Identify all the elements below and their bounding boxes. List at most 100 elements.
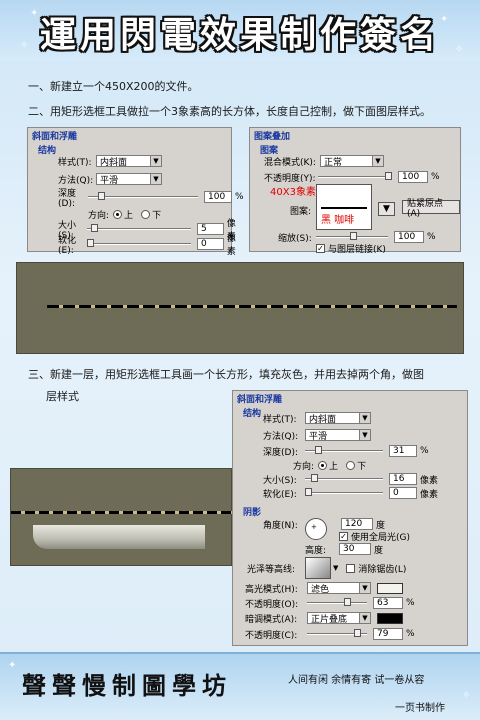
scale-unit: % [427, 232, 436, 242]
slider-thumb[interactable] [385, 172, 392, 180]
scale-label: 缩放(S): [278, 233, 312, 244]
pattern-overlay-panel: 图案叠加 图案 混合模式(K): 正常 ▼ 不透明度(Y): 100 % 40X3… [249, 127, 461, 255]
slider-thumb[interactable] [90, 224, 98, 232]
link-with-layer-label: 与图层链接(K) [328, 244, 386, 255]
style-select[interactable]: 内斜面 ▼ [96, 155, 162, 168]
slider-thumb[interactable] [350, 232, 357, 240]
size-slider[interactable] [86, 224, 192, 232]
opacity-field[interactable]: 100 [398, 171, 428, 183]
slider-thumb[interactable] [344, 598, 351, 606]
chevron-down-icon: ▼ [372, 156, 383, 166]
soften-slider[interactable] [305, 488, 383, 496]
slider-thumb[interactable] [315, 446, 322, 454]
global-light-label: 使用全局光(G) [351, 532, 410, 543]
highlight-opacity-field[interactable]: 63 [373, 597, 403, 609]
opacity-slider[interactable] [318, 172, 392, 180]
shadow-color-swatch[interactable] [377, 612, 403, 624]
shadow-opacity-field[interactable]: 79 [373, 628, 403, 640]
slider-thumb[interactable] [305, 488, 312, 496]
style-select[interactable]: 内斜面 ▼ [305, 412, 371, 425]
soften-slider[interactable] [86, 239, 192, 247]
chevron-down-icon: ▼ [150, 174, 161, 184]
dir-down-label: 下 [357, 461, 367, 472]
pattern-preview-line [321, 207, 367, 209]
direction-up-radio[interactable] [113, 209, 123, 219]
method-value: 平滑 [100, 175, 119, 186]
dir-up-label: 上 [124, 210, 134, 221]
soften-field[interactable]: 0 [389, 487, 417, 499]
shadow-opacity-slider[interactable] [307, 629, 367, 637]
soften-field[interactable]: 0 [197, 238, 224, 250]
highlight-opacity-label: 不透明度(O): [245, 599, 299, 610]
depth-label: 深度(D): [58, 188, 77, 209]
highlight-opacity-slider[interactable] [307, 598, 367, 606]
size-unit: 像素 [420, 475, 439, 486]
angle-dial[interactable]: + [305, 518, 327, 540]
direction-label: 方向: [293, 461, 315, 472]
anti-alias-label: 消除锯齿(L) [358, 564, 407, 575]
depth-slider[interactable] [305, 446, 383, 454]
highlight-mode-select[interactable]: 滤色 ▼ [307, 582, 371, 595]
star-icon: ✧ [462, 690, 471, 701]
preview-canvas-bar [10, 468, 233, 566]
method-label: 方法(Q): [58, 175, 94, 186]
opacity-label: 不透明度(Y): [264, 173, 316, 184]
method-label: 方法(Q): [263, 431, 299, 442]
depth-slider[interactable] [88, 192, 198, 200]
anti-alias-checkbox[interactable] [346, 563, 356, 573]
studio-logo-text: 聲聲慢制圖學坊 [22, 671, 232, 700]
blend-mode-select[interactable]: 正常 ▼ [320, 155, 384, 168]
altitude-field[interactable]: 30 [339, 543, 371, 555]
link-with-layer-checkbox[interactable]: ✓ [316, 243, 325, 253]
slider-thumb[interactable] [86, 239, 94, 247]
lightning-line [47, 305, 457, 308]
size-field[interactable]: 16 [389, 473, 417, 485]
shadow-opacity-unit: % [406, 629, 415, 639]
style-label: 样式(T): [58, 157, 92, 168]
altitude-unit: 度 [374, 545, 384, 556]
blend-mode-label: 混合模式(K): [264, 157, 316, 168]
depth-field[interactable]: 31 [389, 445, 417, 457]
step-one-text: 一、新建立一个450X200的文件。 [28, 80, 199, 93]
method-select[interactable]: 平滑 ▼ [96, 173, 162, 186]
highlight-opacity-unit: % [406, 598, 415, 608]
pattern-swatch[interactable]: 黑 咖啡 [316, 184, 372, 230]
direction-down-radio[interactable] [141, 209, 151, 219]
scale-field[interactable]: 100 [394, 231, 424, 243]
slider-thumb[interactable] [354, 629, 361, 637]
size-field[interactable]: 5 [197, 223, 224, 235]
chevron-down-icon: ▼ [359, 583, 370, 593]
highlight-color-swatch[interactable] [377, 582, 403, 594]
slider-thumb[interactable] [98, 192, 105, 200]
scale-slider[interactable] [316, 232, 388, 240]
bevel-emboss-shading-panel: 斜面和浮雕 结构 样式(T): 内斜面 ▼ 方法(Q): 平滑 ▼ 深度(D): 3… [232, 390, 468, 646]
pattern-picker-button[interactable]: ▼ [378, 202, 395, 216]
footer-motto: 人间有闲 余情有寄 试一卷从容 [288, 675, 425, 686]
snap-to-origin-button[interactable]: 贴紧原点(A) [402, 199, 460, 219]
soften-label: 软化(E): [58, 235, 77, 256]
style-label: 样式(T): [263, 414, 297, 425]
direction-up-radio[interactable] [318, 460, 328, 470]
direction-label: 方向: [88, 210, 110, 221]
global-light-checkbox[interactable]: ✓ [339, 531, 348, 541]
slider-thumb[interactable] [311, 474, 318, 482]
preview-canvas-lightning-line [16, 262, 464, 354]
direction-down-radio[interactable] [346, 460, 356, 470]
highlight-mode-label: 高光模式(H): [245, 584, 298, 595]
panel-header: 斜面和浮雕 [237, 395, 283, 405]
method-select[interactable]: 平滑 ▼ [305, 429, 371, 442]
bevel-emboss-panel: 斜面和浮雕 结构 样式(T): 内斜面 ▼ 方法(Q): 平滑 ▼ 深度(D): 1… [27, 127, 244, 257]
step-two-text: 二、用矩形选框工具做拉一个3象素高的长方体，长度自己控制，做下面图层样式。 [28, 105, 431, 118]
chevron-down-icon: ▼ [150, 156, 161, 166]
size-label: 大小(S): [263, 475, 297, 486]
highlight-mode-value: 滤色 [311, 584, 330, 595]
shadow-mode-select[interactable]: 正片叠底 ▼ [307, 612, 371, 625]
size-slider[interactable] [305, 474, 383, 482]
chevron-down-icon[interactable]: ▼ [333, 564, 338, 572]
panel-header: 图案叠加 [254, 132, 291, 142]
chevron-down-icon: ▼ [359, 613, 370, 623]
opacity-unit: % [431, 172, 440, 182]
depth-field[interactable]: 100 [204, 191, 232, 203]
gloss-contour-swatch[interactable] [305, 557, 331, 579]
star-icon: ✦ [8, 660, 17, 671]
